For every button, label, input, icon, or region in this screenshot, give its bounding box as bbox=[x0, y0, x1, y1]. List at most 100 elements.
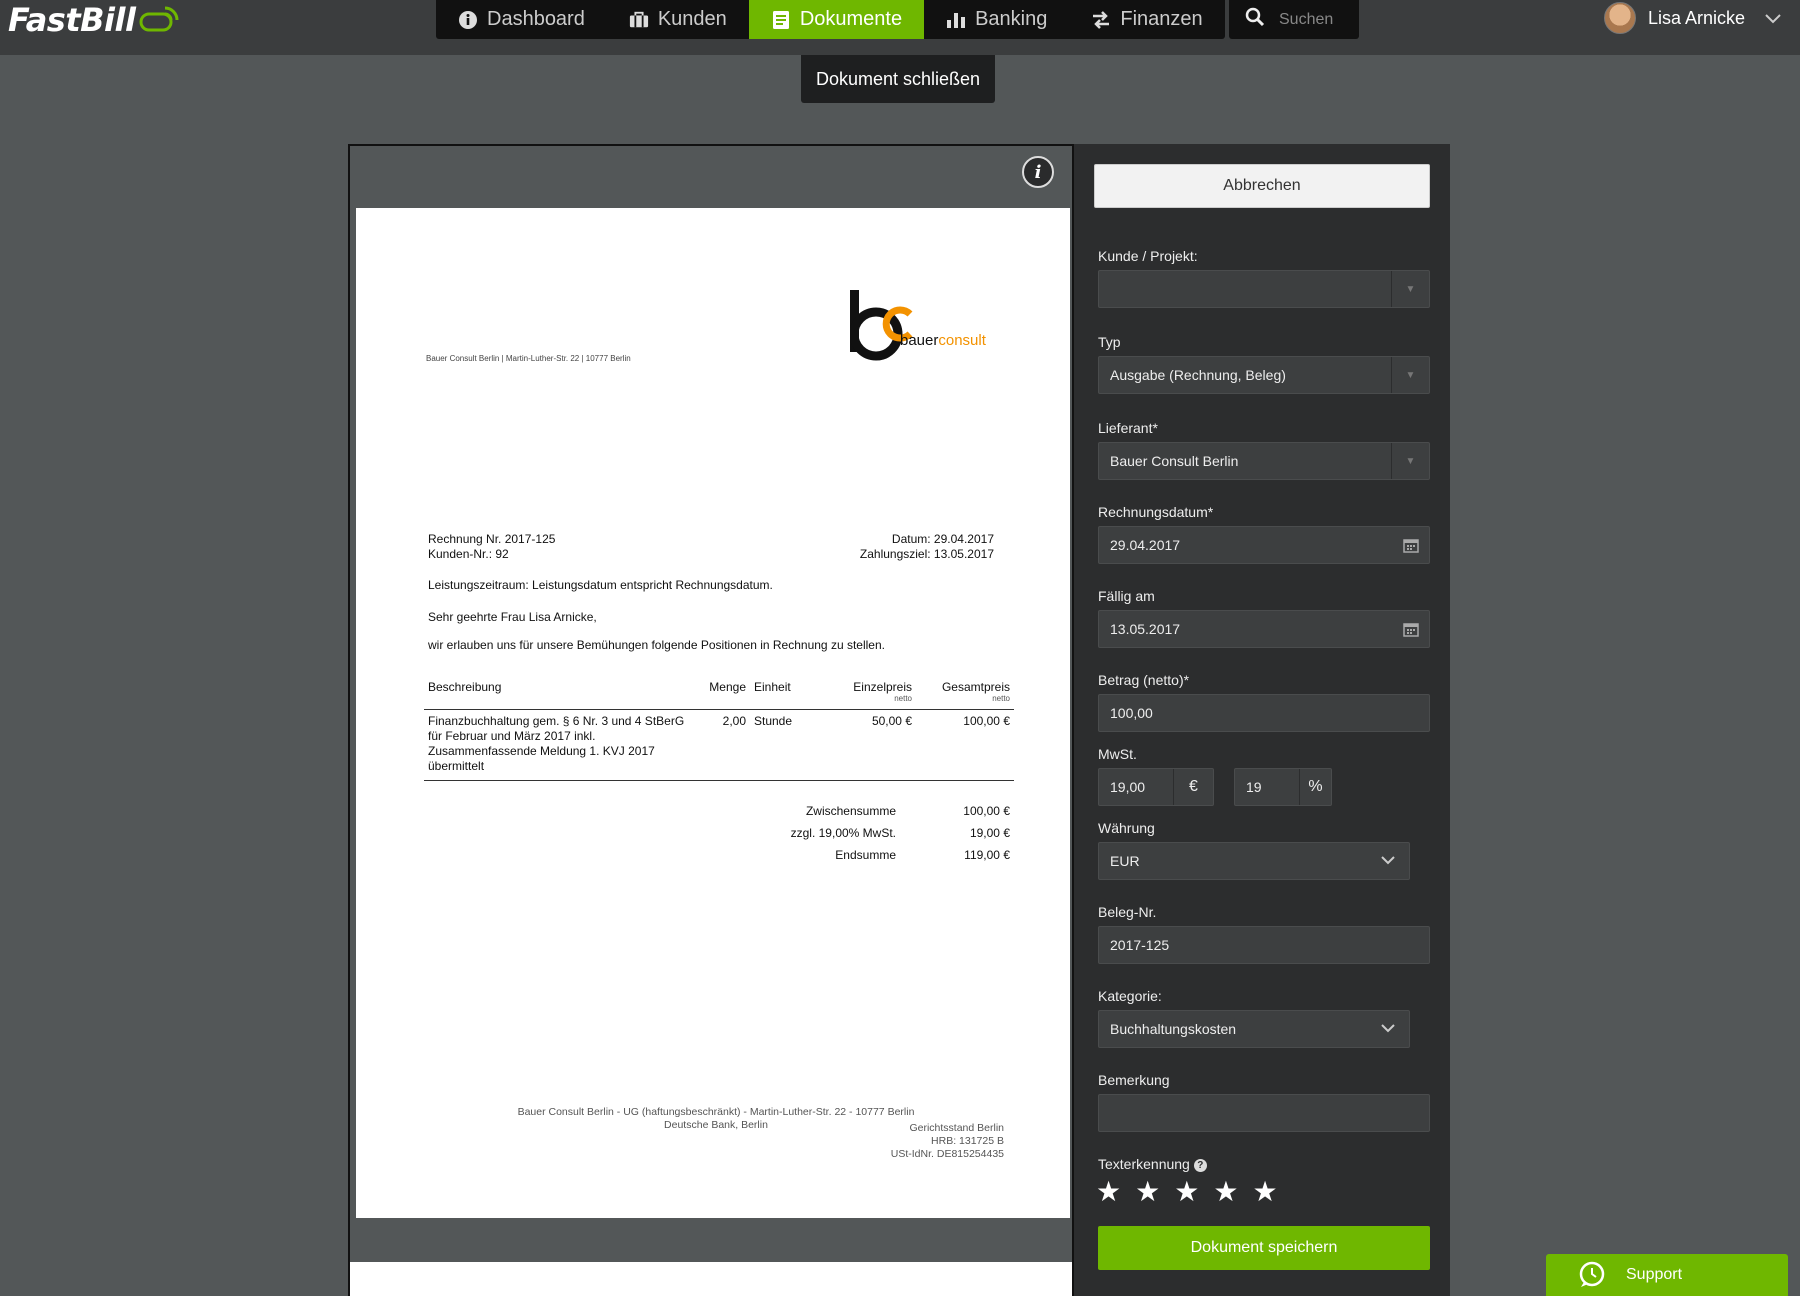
invoice-date-label: Rechnungsdatum* bbox=[1098, 504, 1214, 520]
customer-label: Kunde / Projekt: bbox=[1098, 248, 1198, 264]
col-total: Gesamtpreis netto bbox=[916, 678, 1014, 710]
salutation: Sehr geehrte Frau Lisa Arnicke, bbox=[428, 610, 597, 624]
help-icon[interactable]: ? bbox=[1193, 1159, 1207, 1172]
search-icon bbox=[1245, 7, 1265, 32]
line-items-table: Beschreibung Menge Einheit Einzelpreis n… bbox=[424, 678, 1014, 781]
intro-text: wir erlauben uns für unsere Bemühungen f… bbox=[428, 638, 885, 652]
currency-select[interactable]: EUR bbox=[1098, 842, 1410, 880]
service-period: Leistungszeitraum: Leistungsdatum entspr… bbox=[428, 578, 773, 592]
vat-label: MwSt. bbox=[1098, 746, 1137, 762]
footer-hrb: HRB: 131725 B bbox=[931, 1135, 1004, 1147]
avatar bbox=[1604, 2, 1636, 34]
item-description: Finanzbuchhaltung gem. § 6 Nr. 3 und 4 S… bbox=[424, 709, 700, 781]
app-name: FastBill bbox=[8, 1, 136, 39]
footer-court: Gerichtsstand Berlin bbox=[909, 1122, 1004, 1134]
col-unit-price: Einzelpreis netto bbox=[820, 678, 916, 710]
receipt-number-input[interactable]: 2017-125 bbox=[1098, 926, 1430, 964]
search-box[interactable] bbox=[1229, 0, 1359, 39]
grand-total-row: Endsumme 119,00 € bbox=[424, 844, 1014, 866]
euro-unit: € bbox=[1173, 769, 1213, 805]
support-button[interactable]: Support bbox=[1546, 1254, 1788, 1296]
percent-unit: % bbox=[1299, 769, 1331, 805]
amount-input[interactable]: 100,00 bbox=[1098, 694, 1430, 732]
totals: Zwischensumme 100,00 € zzgl. 19,00% MwSt… bbox=[424, 800, 1014, 866]
item-unit-price: 50,00 € bbox=[820, 709, 916, 781]
ocr-label: Texterkennung bbox=[1098, 1156, 1190, 1172]
ocr-rating: ★ ★ ★ ★ ★ bbox=[1096, 1178, 1278, 1206]
type-select[interactable]: Ausgabe (Rechnung, Beleg) ▼ bbox=[1098, 356, 1430, 394]
document-icon bbox=[771, 10, 791, 30]
user-name: Lisa Arnicke bbox=[1648, 7, 1746, 28]
calendar-icon[interactable] bbox=[1403, 537, 1419, 553]
table-row: Finanzbuchhaltung gem. § 6 Nr. 3 und 4 S… bbox=[424, 709, 1014, 781]
cancel-button[interactable]: Abbrechen bbox=[1094, 164, 1430, 208]
footer-vat-id: USt-IdNr. DE815254435 bbox=[890, 1148, 1004, 1160]
supplier-select[interactable]: Bauer Consult Berlin ▼ bbox=[1098, 442, 1430, 480]
supplier-value: Bauer Consult Berlin bbox=[1110, 453, 1239, 469]
info-icon[interactable]: i bbox=[1022, 156, 1054, 188]
amount-value: 100,00 bbox=[1110, 705, 1153, 721]
category-select[interactable]: Buchhaltungskosten bbox=[1098, 1010, 1410, 1048]
nav-kunden[interactable]: Kunden bbox=[607, 0, 749, 39]
ocr-label-row: Texterkennung? bbox=[1098, 1156, 1207, 1172]
invoice-meta-left: Rechnung Nr. 2017-125 Kunden-Nr.: 92 bbox=[428, 532, 555, 562]
nav-banking[interactable]: Banking bbox=[924, 0, 1069, 39]
grand-total-label: Endsumme bbox=[835, 848, 896, 862]
footer-line-1: Bauer Consult Berlin - UG (haftungsbesch… bbox=[517, 1106, 915, 1118]
invoice-date-input[interactable]: 29.04.2017 bbox=[1098, 526, 1430, 564]
nav-banking-label: Banking bbox=[975, 8, 1048, 30]
briefcase-icon bbox=[629, 10, 649, 30]
item-total: 100,00 € bbox=[916, 709, 1014, 781]
type-label: Typ bbox=[1098, 334, 1121, 350]
support-chat-icon bbox=[1579, 1261, 1605, 1287]
transfer-arrows-icon bbox=[1091, 10, 1111, 30]
nav-dokumente[interactable]: Dokumente bbox=[748, 0, 925, 39]
note-input[interactable] bbox=[1098, 1094, 1430, 1132]
nav-dokumente-label: Dokumente bbox=[799, 8, 903, 30]
col-quantity: Menge bbox=[700, 678, 750, 710]
save-document-button[interactable]: Dokument speichern bbox=[1098, 1226, 1430, 1270]
star-icon[interactable]: ★ bbox=[1096, 1178, 1121, 1206]
footer-right: Gerichtsstand Berlin HRB: 131725 B USt-I… bbox=[891, 1122, 1004, 1161]
user-menu[interactable]: Lisa Arnicke bbox=[1604, 0, 1781, 36]
app-logo[interactable]: FastBill bbox=[8, 1, 181, 39]
nav-finanzen[interactable]: Finanzen bbox=[1069, 0, 1224, 39]
brand-name: bauerconsult bbox=[900, 332, 986, 349]
close-document-button[interactable]: Dokument schließen bbox=[801, 55, 995, 103]
nav-kunden-label: Kunden bbox=[657, 8, 727, 30]
due-date-input[interactable]: 13.05.2017 bbox=[1098, 610, 1430, 648]
document-page: Bauer Consult Berlin | Martin-Luther-Str… bbox=[356, 208, 1070, 1218]
currency-value: EUR bbox=[1110, 853, 1140, 869]
invoice-number: Rechnung Nr. 2017-125 bbox=[428, 532, 556, 546]
item-quantity: 2,00 bbox=[700, 709, 750, 781]
col-description: Beschreibung bbox=[424, 678, 700, 710]
type-value: Ausgabe (Rechnung, Beleg) bbox=[1110, 367, 1286, 383]
logo-signal-icon bbox=[139, 6, 179, 32]
vat-amount-input[interactable]: 19,00 € bbox=[1098, 768, 1214, 806]
document-form: Abbrechen Kunde / Projekt: ▼ Typ Ausgabe… bbox=[1074, 144, 1450, 1296]
bar-chart-icon bbox=[946, 10, 966, 30]
document-viewer: i Bauer Consult Berlin | Martin-Luther-S… bbox=[348, 144, 1074, 1296]
col-unit-price-sub: netto bbox=[894, 694, 912, 703]
star-icon[interactable]: ★ bbox=[1213, 1178, 1238, 1206]
due-date-label: Fällig am bbox=[1098, 588, 1155, 604]
vat-rate-input[interactable]: 19 % bbox=[1234, 768, 1332, 806]
nav-dashboard[interactable]: Dashboard bbox=[436, 0, 607, 39]
receipt-number-label: Beleg-Nr. bbox=[1098, 904, 1157, 920]
search-input[interactable] bbox=[1279, 10, 1349, 29]
star-icon[interactable]: ★ bbox=[1135, 1178, 1160, 1206]
star-icon[interactable]: ★ bbox=[1252, 1178, 1277, 1206]
subtotal-value: 100,00 € bbox=[963, 804, 1010, 818]
chevron-down-icon bbox=[1381, 856, 1395, 865]
note-label: Bemerkung bbox=[1098, 1072, 1170, 1088]
invoice-meta-right: Datum: 29.04.2017 Zahlungsziel: 13.05.20… bbox=[860, 532, 994, 562]
receipt-number-value: 2017-125 bbox=[1110, 937, 1170, 953]
calendar-icon[interactable] bbox=[1403, 621, 1419, 637]
info-circle-icon bbox=[458, 10, 478, 30]
dropdown-arrow-icon: ▼ bbox=[1391, 357, 1429, 393]
star-icon[interactable]: ★ bbox=[1174, 1178, 1199, 1206]
subtotal-label: Zwischensumme bbox=[805, 804, 896, 818]
chevron-down-icon bbox=[1765, 8, 1781, 29]
customer-select[interactable]: ▼ bbox=[1098, 270, 1430, 308]
main-nav: Dashboard Kunden Dokumente Banking Finan… bbox=[436, 0, 1225, 39]
